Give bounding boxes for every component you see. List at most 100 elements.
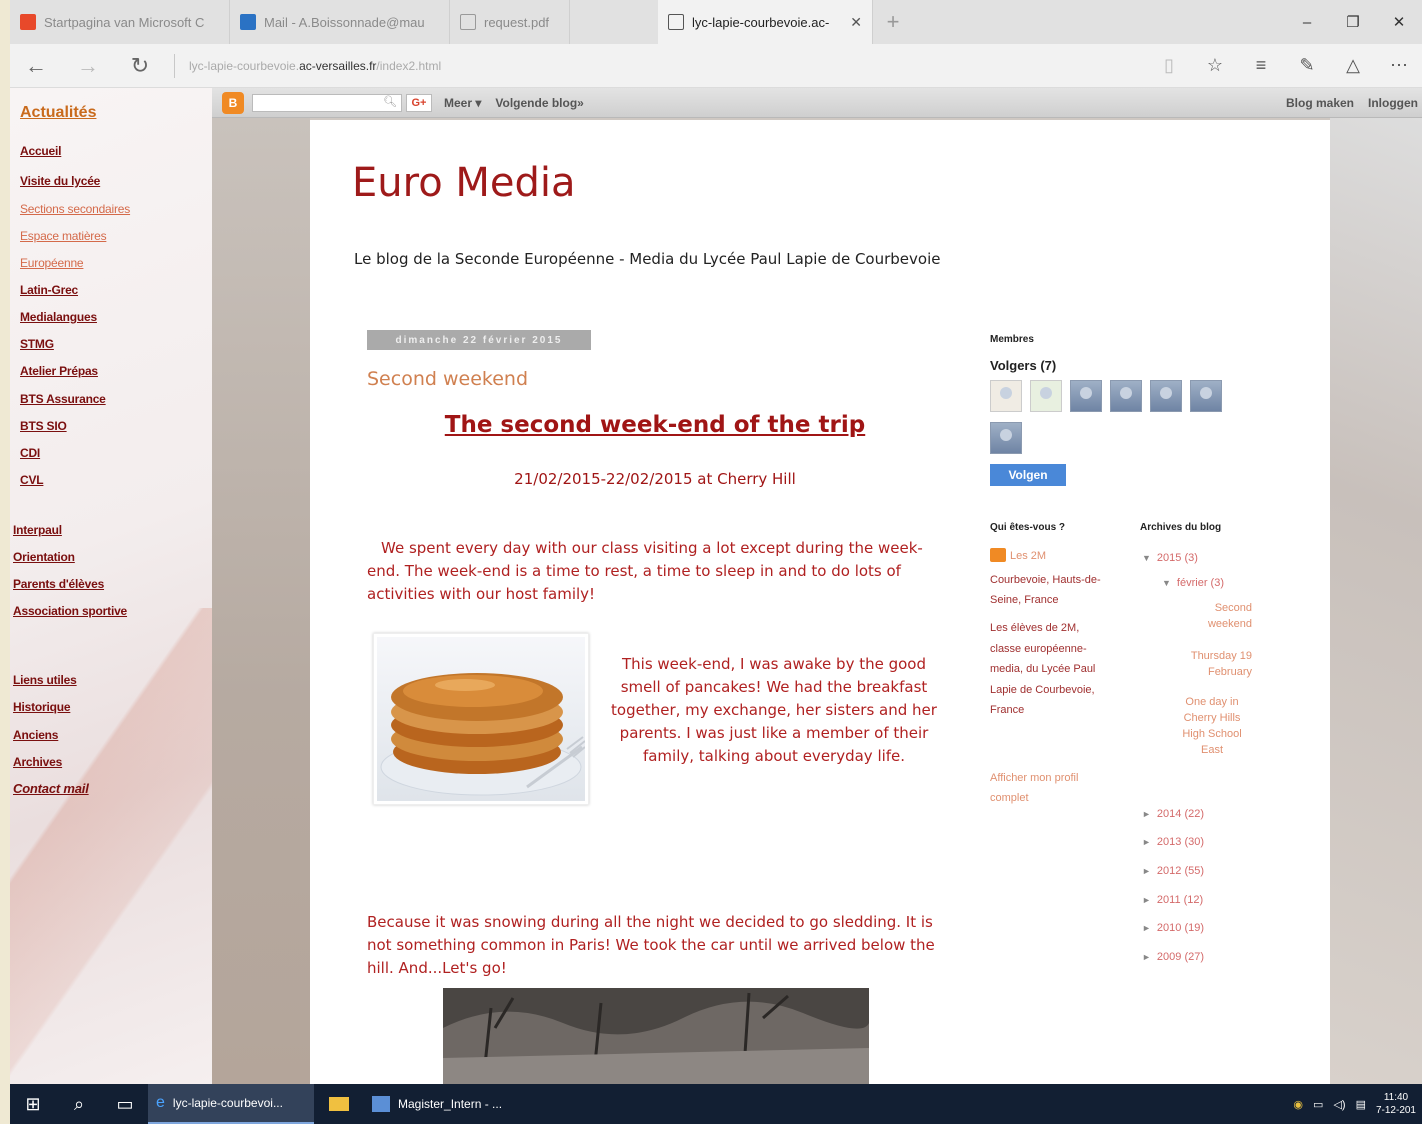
archive-month-feb[interactable]: ▼ février (3) <box>1162 577 1224 589</box>
archive-year-2011[interactable]: ► 2011 (12) <box>1142 894 1203 906</box>
refresh-icon[interactable]: ↻ <box>114 44 166 88</box>
archive-year-2010[interactable]: ► 2010 (19) <box>1142 922 1204 934</box>
archive-label-text: 2009 (27) <box>1156 951 1205 963</box>
follower-avatar[interactable] <box>990 380 1022 412</box>
post-paragraph: We spent every day with our class visiti… <box>367 539 923 603</box>
archive-post-link[interactable]: One day in Cherry Hills High School East <box>1172 694 1252 758</box>
hub-icon[interactable]: ≡ <box>1238 55 1284 76</box>
browser-window: Startpagina van Microsoft C Mail - A.Boi… <box>10 0 1422 1124</box>
tab-lyc-lapie[interactable]: lyc-lapie-courbevoie.ac- ✕ <box>658 0 873 44</box>
share-icon[interactable]: △ <box>1330 55 1376 76</box>
tab-mail[interactable]: Mail - A.Boissonnade@mau <box>230 0 450 44</box>
nav-link-interpaul[interactable]: Interpaul <box>13 523 62 537</box>
archive-year-2009[interactable]: ► 2009 (27) <box>1142 951 1204 963</box>
archive-year-2014[interactable]: ► 2014 (22) <box>1142 808 1204 820</box>
nav-link-anciens[interactable]: Anciens <box>13 728 58 742</box>
nav-link-orientation[interactable]: Orientation <box>13 550 75 564</box>
search-icon[interactable]: ⌕ <box>56 1084 102 1124</box>
edge-icon: e <box>156 1094 165 1111</box>
full-profile-link[interactable]: Afficher mon profil complet <box>990 768 1110 808</box>
nav-link-atelier[interactable]: Atelier Prépas <box>20 364 98 378</box>
pancake-image[interactable] <box>373 633 589 805</box>
taskbar-app-magister[interactable]: Magister_Intern - ... <box>364 1084 534 1124</box>
nav-link-archives[interactable]: Archives <box>13 755 62 769</box>
volume-icon[interactable]: ◁) <box>1333 1098 1345 1111</box>
search-icon[interactable]: 🔍︎ <box>383 95 397 108</box>
google-plus-button[interactable]: G+ <box>406 93 432 112</box>
network-icon[interactable]: ▭ <box>1313 1098 1323 1111</box>
create-blog-link[interactable]: Blog maken <box>1286 96 1354 110</box>
minimize-button[interactable]: – <box>1284 0 1330 44</box>
nav-link-accueil[interactable]: Accueil <box>20 144 61 158</box>
taskbar-app-edge[interactable]: e lyc-lapie-courbevoi... <box>148 1084 314 1124</box>
members-label: Membres <box>990 334 1034 345</box>
task-view-icon[interactable]: ▭ <box>102 1084 148 1124</box>
blog-search-input[interactable]: 🔍︎ <box>252 93 402 112</box>
nav-link-historique[interactable]: Historique <box>13 700 71 714</box>
tab-startpage[interactable]: Startpagina van Microsoft C <box>10 0 230 44</box>
nav-link-cvl[interactable]: CVL <box>20 473 44 487</box>
archive-year-2013[interactable]: ► 2013 (30) <box>1142 836 1204 848</box>
nav-link-association[interactable]: Association sportive <box>13 604 127 618</box>
nav-link-cdi[interactable]: CDI <box>20 446 40 460</box>
tab-request-pdf[interactable]: request.pdf <box>450 0 570 44</box>
nav-link-bts-assurance[interactable]: BTS Assurance <box>20 392 106 406</box>
archive-post-link[interactable]: Second weekend <box>1172 600 1252 632</box>
post-heading: The second week-end of the trip <box>444 412 866 438</box>
blog-description: Le blog de la Seconde Européenne - Media… <box>354 250 941 268</box>
pancake-photo <box>377 637 585 801</box>
archive-post-link[interactable]: Thursday 19 February <box>1172 648 1252 680</box>
nav-link-europeenne[interactable]: Européenne <box>20 256 84 270</box>
notification-icon[interactable]: ▤ <box>1356 1098 1366 1111</box>
new-tab-button[interactable]: + <box>873 0 913 44</box>
close-tab-icon[interactable]: ✕ <box>850 14 862 31</box>
back-arrow-icon[interactable]: ← <box>10 44 62 88</box>
taskbar-app-explorer[interactable] <box>314 1084 364 1124</box>
background-decoration <box>212 118 310 1084</box>
nav-title[interactable]: Actualités <box>20 104 96 122</box>
follower-avatar[interactable] <box>1190 380 1222 412</box>
nav-link-stmg[interactable]: STMG <box>20 337 54 351</box>
nav-link-contact[interactable]: Contact mail <box>13 781 89 796</box>
system-tray: ◉ ▭ ◁) ▤ 11:40 7-12-201 <box>1293 1091 1416 1117</box>
nav-link-medialangues[interactable]: Medialangues <box>20 310 97 324</box>
favorite-star-icon[interactable]: ☆ <box>1192 55 1238 76</box>
web-note-icon[interactable]: ✎ <box>1284 55 1330 76</box>
follower-avatar[interactable] <box>1110 380 1142 412</box>
nav-link-latin-grec[interactable]: Latin-Grec <box>20 283 78 297</box>
follower-avatar[interactable] <box>1070 380 1102 412</box>
url-field[interactable]: lyc-lapie-courbevoie.ac-versailles.fr/in… <box>189 59 1146 73</box>
more-menu[interactable]: Meer ▾ <box>444 96 481 110</box>
archive-year-2012[interactable]: ► 2012 (55) <box>1142 865 1204 877</box>
forward-arrow-icon[interactable]: → <box>62 44 114 88</box>
archive-label-text: 2013 (30) <box>1156 836 1205 848</box>
more-icon[interactable]: ⋯ <box>1376 55 1422 76</box>
profile-location: Courbevoie, Hauts-de-Seine, France <box>990 574 1101 606</box>
close-window-button[interactable]: ✕ <box>1376 0 1422 44</box>
profile-name-link[interactable]: Les 2M <box>1010 548 1046 564</box>
blogger-logo-icon[interactable]: B <box>222 91 244 114</box>
tray-icon[interactable]: ◉ <box>1293 1098 1303 1111</box>
clock[interactable]: 11:40 7-12-201 <box>1376 1091 1416 1117</box>
follower-avatar[interactable] <box>990 422 1022 454</box>
snowy-trees-illustration <box>443 988 869 1084</box>
nav-link-parents[interactable]: Parents d'élèves <box>13 577 104 591</box>
nav-link-visite[interactable]: Visite du lycée <box>20 174 100 188</box>
start-windows-icon[interactable]: ⊞ <box>10 1084 56 1124</box>
next-blog-link[interactable]: Volgende blog» <box>495 96 583 110</box>
nav-link-liens[interactable]: Liens utiles <box>13 673 77 687</box>
nav-link-bts-sio[interactable]: BTS SIO <box>20 419 67 433</box>
sledding-photo[interactable] <box>443 988 869 1084</box>
reading-view-icon[interactable]: ▯ <box>1146 55 1192 76</box>
tab-label: Mail - A.Boissonnade@mau <box>264 14 425 30</box>
restore-button[interactable]: ❐ <box>1330 0 1376 44</box>
sign-in-link[interactable]: Inloggen <box>1368 96 1418 110</box>
archive-year-2015[interactable]: ▼ 2015 (3) <box>1142 552 1198 564</box>
nav-link-espace[interactable]: Espace matières <box>20 229 107 243</box>
post-title[interactable]: Second weekend <box>367 368 528 390</box>
follower-avatar[interactable] <box>1030 380 1062 412</box>
blog-title[interactable]: Euro Media <box>352 160 576 206</box>
nav-link-sections[interactable]: Sections secondaires <box>20 202 130 216</box>
follower-avatar[interactable] <box>1150 380 1182 412</box>
follow-button[interactable]: Volgen <box>990 464 1066 486</box>
